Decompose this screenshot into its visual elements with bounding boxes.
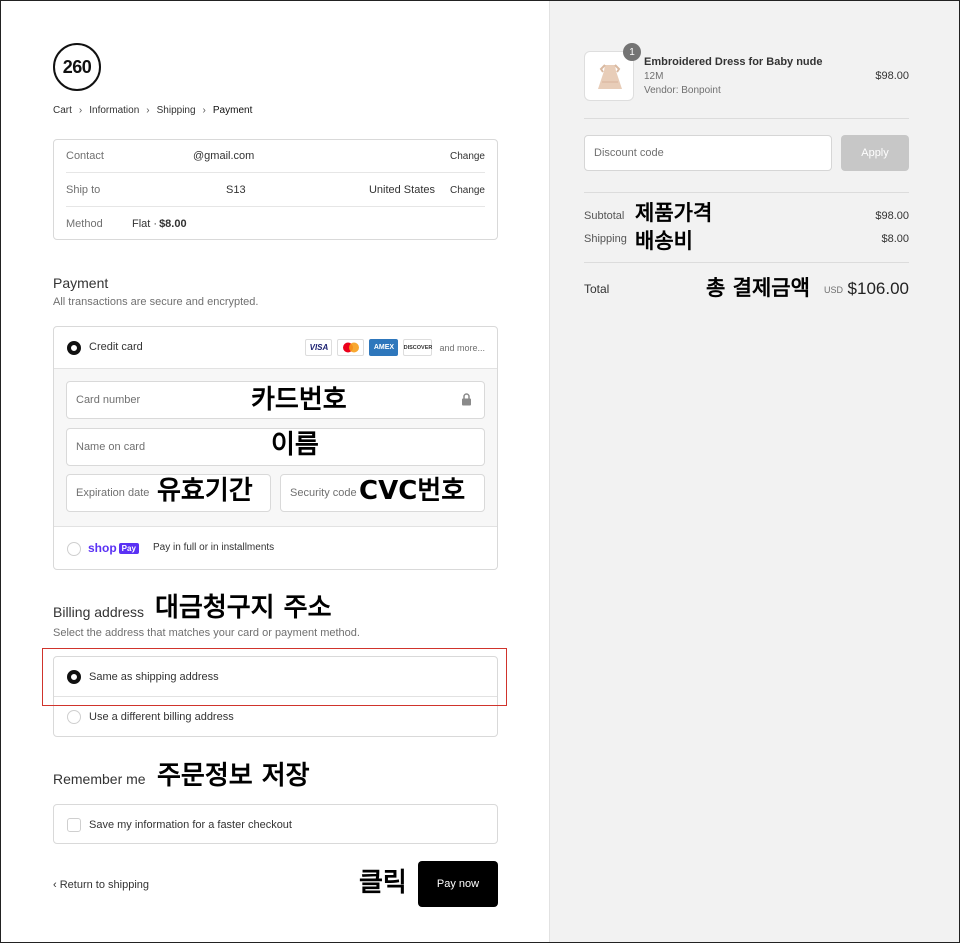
method-label: Method [66,217,103,230]
shipto-country: United States [368,184,435,196]
pay-now-button[interactable]: Pay now [418,861,498,907]
mastercard-icon [337,339,365,356]
chevron-right-icon: › [78,105,83,116]
breadcrumb-shipping[interactable]: Shipping [157,105,196,116]
contact-label: Contact [66,150,104,162]
divider [584,118,909,119]
chevron-left-icon: ‹ [53,879,60,891]
card-number-placeholder: Card number [76,394,141,406]
and-more-text: and more... [439,342,485,353]
method-row: Method Flat · $8.00 [66,207,485,240]
logo-text: 260 [62,56,92,77]
chevron-right-icon: › [146,105,150,116]
total-label: Total [584,282,610,296]
card-brand-logos: VISA AMEX DISCOVER and more... [305,339,485,356]
annotation-shipping: 배송비 [635,229,693,253]
shipto-address: S13 [226,184,246,196]
billing-subtitle: Select the address that matches your car… [53,627,360,639]
annotation-click: 클릭 [359,868,407,898]
payment-title: Payment [53,275,109,291]
annotation-billing: 대금청구지 주소 [155,593,332,623]
shipping-label: Shipping [584,233,627,245]
annotation-subtotal: 제품가격 [635,201,713,225]
product-vendor: Vendor: Bonpoint [644,85,721,96]
visa-icon: VISA [305,339,333,356]
subtotal-label: Subtotal [584,210,625,222]
change-shipto-link[interactable]: Change [450,185,485,196]
annotation-remember: 주문정보 저장 [157,761,310,791]
amex-icon: AMEX [369,339,399,356]
contact-row: Contact @gmail.com Change [66,140,485,173]
annotation-expiry: 유효기간 [157,476,253,506]
security-code-placeholder: Security code [290,487,357,499]
shop-pay-logo: shop Pay [88,541,139,555]
shipping-value: $8.00 [881,233,909,245]
payment-subtitle: All transactions are secure and encrypte… [53,296,259,308]
shop-pay-label: Pay in full or in installments [153,542,275,553]
product-name: Embroidered Dress for Baby nude [644,56,823,68]
shipto-row: Ship to S13 United States Change [66,174,485,207]
divider [584,262,909,263]
different-billing-label: Use a different billing address [89,711,234,723]
subtotal-value: $98.00 [875,210,909,222]
shop-pay-pay-text: Pay [118,542,139,554]
return-to-shipping-link[interactable]: ‹ Return to shipping [53,879,149,891]
return-link-label: Return to shipping [59,879,150,891]
lock-icon [461,393,472,409]
breadcrumb-payment: Payment [212,105,253,116]
annotation-total: 총 결제금액 [706,276,810,300]
breadcrumb-information[interactable]: Information [89,105,139,116]
annotation-cvc: CVC번호 [359,476,466,506]
method-price: $8.00 [159,217,187,230]
different-billing-radio[interactable] [67,710,81,724]
name-on-card-placeholder: Name on card [76,441,146,453]
breadcrumb: Cart › Information › Shipping › Payment [53,105,252,116]
shop-pay-radio[interactable] [67,542,81,556]
method-value: Flat · [132,217,158,230]
remember-me-option[interactable]: Save my information for a faster checkou… [53,804,498,844]
chevron-right-icon: › [202,105,206,116]
apply-button[interactable]: Apply [841,135,909,171]
discount-placeholder: Discount code [594,147,664,159]
total-value: $106.00 [847,279,909,298]
credit-card-option[interactable]: Credit card VISA AMEX DISCOVER and more.… [54,327,497,369]
discover-icon: DISCOVER [403,339,433,356]
shop-pay-option[interactable]: shop Pay Pay in full or in installments [54,527,497,569]
product-variant: 12M [644,71,664,82]
expiration-placeholder: Expiration date [76,487,150,499]
product-price: $98.00 [875,70,909,82]
currency-code: USD [824,285,844,295]
annotation-card-number: 카드번호 [251,385,347,415]
breadcrumb-cart[interactable]: Cart [53,105,72,116]
brand-logo[interactable]: 260 [53,43,101,91]
credit-card-label: Credit card [89,341,143,353]
shipto-label: Ship to [66,184,101,196]
credit-card-radio[interactable] [67,341,81,355]
divider [584,192,909,193]
billing-title: Billing address [53,604,145,620]
contact-value: @gmail.com [193,150,255,162]
highlight-box [42,648,507,706]
remember-title: Remember me [53,771,146,787]
review-summary: Contact @gmail.com Change Ship to S13 Un… [53,139,498,240]
change-contact-link[interactable]: Change [450,151,485,162]
shop-pay-shop-text: shop [88,541,117,555]
quantity-badge: 1 [623,43,641,61]
save-info-checkbox[interactable] [67,818,81,832]
discount-code-input[interactable]: Discount code [584,135,832,171]
save-info-label: Save my information for a faster checkou… [89,819,292,831]
annotation-name: 이름 [271,430,319,460]
